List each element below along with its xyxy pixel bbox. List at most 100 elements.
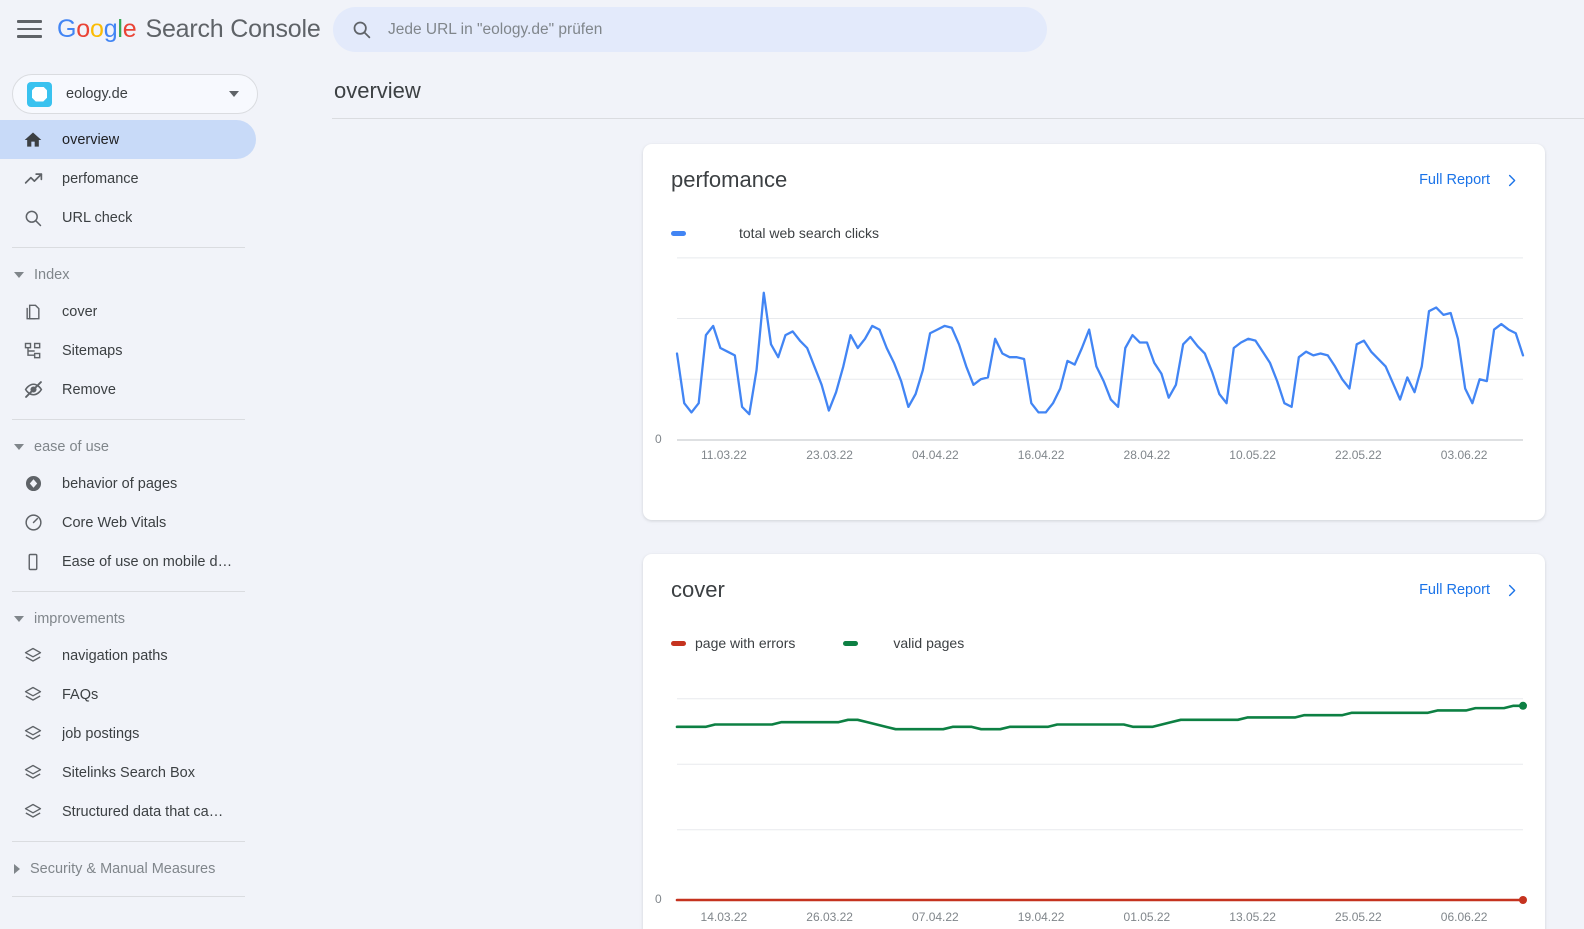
card-header: cover Full Report xyxy=(643,554,1545,626)
layers-icon xyxy=(21,683,45,707)
brand-letter: o xyxy=(89,14,104,43)
hamburger-menu-icon[interactable] xyxy=(17,16,43,42)
x-axis-tick-label: 26.03.22 xyxy=(806,910,853,924)
x-axis-tick-label: 03.06.22 xyxy=(1440,448,1488,462)
layers-icon xyxy=(21,644,45,668)
sidebar-item-behavior-of-pages[interactable]: behavior of pages xyxy=(0,464,256,503)
sidebar-navigation: eology.de overview perfomance URL check … xyxy=(0,58,270,929)
page-title: overview xyxy=(334,78,421,103)
x-axis-tick-label: 25.05.22 xyxy=(1335,910,1382,924)
legend-swatch xyxy=(671,640,686,646)
sidebar-item-label: behavior of pages xyxy=(62,475,178,492)
full-report-link-performance[interactable]: Full Report xyxy=(1419,172,1519,188)
sidebar-item-label: job postings xyxy=(62,725,140,742)
performance-line-chart[interactable]: 0 xyxy=(643,250,1545,448)
full-report-link-cover[interactable]: Full Report xyxy=(1419,582,1519,598)
property-selector[interactable]: eology.de xyxy=(12,74,258,114)
chevron-down-icon xyxy=(14,444,24,450)
layers-icon xyxy=(21,800,45,824)
cover-x-axis: 14.03.22 26.03.22 07.04.22 19.04.22 01.05.22… xyxy=(643,910,1545,929)
chevron-down-icon xyxy=(14,272,24,278)
app-brand: Google Search Console xyxy=(57,15,321,44)
sidebar-item-label: Structured data that ca… xyxy=(62,803,224,820)
sidebar-group-title: Security & Manual Measures xyxy=(30,861,216,877)
legend-label: total web search clicks xyxy=(739,225,880,241)
full-report-label: Full Report xyxy=(1419,582,1490,598)
performance-x-axis: 11.03.22 23.03.22 04.04.22 16.04.22 28.04.22… xyxy=(643,448,1545,474)
search-input[interactable] xyxy=(388,20,1008,39)
layers-icon xyxy=(21,722,45,746)
sidebar-item-sitemaps[interactable]: Sitemaps xyxy=(0,331,256,370)
legend-item-clicks[interactable]: total web search clicks xyxy=(671,225,879,241)
cover-line-chart[interactable]: 0 xyxy=(643,660,1545,910)
legend-item-valid[interactable]: valid pages xyxy=(843,635,964,651)
sidebar-item-url-check[interactable]: URL check xyxy=(0,198,256,237)
sidebar-item-label: Core Web Vitals xyxy=(62,514,167,531)
sidebar-item-core-web-vitals[interactable]: Core Web Vitals xyxy=(0,503,256,542)
url-inspection-search-bar[interactable] xyxy=(333,7,1047,52)
x-axis-tick-label: 22.05.22 xyxy=(1335,448,1382,462)
brand-letter: e xyxy=(122,14,137,43)
product-name: Search Console xyxy=(145,14,321,43)
brand-letter: o xyxy=(76,14,90,43)
cover-card: cover Full Report page with errors valid… xyxy=(643,554,1545,929)
title-divider xyxy=(332,118,1584,119)
sidebar-item-sitelinks-search-box[interactable]: Sitelinks Search Box xyxy=(0,753,256,792)
search-icon xyxy=(351,19,372,40)
sidebar-item-label: FAQs xyxy=(62,686,99,703)
sidebar-item-navigation-paths[interactable]: navigation paths xyxy=(0,636,256,675)
sidebar-item-label: Sitemaps xyxy=(62,342,123,359)
property-name: eology.de xyxy=(66,86,128,102)
home-icon xyxy=(21,128,45,152)
legend-item-errors[interactable]: page with errors xyxy=(671,635,795,651)
sidebar-divider xyxy=(12,247,245,248)
x-axis-tick-label: 14.03.22 xyxy=(700,910,748,924)
sidebar-item-label: Remove xyxy=(62,381,116,398)
sidebar-item-label: Sitelinks Search Box xyxy=(62,764,195,781)
sidebar-primary-section: overview perfomance URL check xyxy=(0,120,270,237)
sidebar-group-index[interactable]: Index xyxy=(0,258,270,292)
sidebar-item-perfomance[interactable]: perfomance xyxy=(0,159,256,198)
x-axis-tick-label: 11.03.22 xyxy=(700,448,747,462)
sidebar-item-job-postings[interactable]: job postings xyxy=(0,714,256,753)
x-axis-tick-label: 13.05.22 xyxy=(1229,910,1276,924)
sidebar-group-improvements[interactable]: improvements xyxy=(0,602,270,636)
sidebar-divider xyxy=(12,896,245,897)
sidebar-divider xyxy=(12,591,245,592)
sidebar-group-security-manual-measures[interactable]: Security & Manual Measures xyxy=(0,852,270,886)
sidebar-item-structured-data[interactable]: Structured data that ca… xyxy=(0,792,256,831)
chevron-down-icon xyxy=(14,616,24,622)
main-content: overview perfomance Full Report total we… xyxy=(270,58,1584,929)
page-experience-icon xyxy=(21,472,45,496)
y-axis-zero-label: 0 xyxy=(655,432,662,446)
sidebar-item-remove[interactable]: Remove xyxy=(0,370,256,409)
sidebar-group-ease-of-use[interactable]: ease of use xyxy=(0,430,270,464)
sidebar-item-faqs[interactable]: FAQs xyxy=(0,675,256,714)
cover-legend: page with errors valid pages xyxy=(643,626,1545,660)
sidebar-item-cover[interactable]: cover xyxy=(0,292,256,331)
card-title: perfomance xyxy=(671,167,788,192)
full-report-label: Full Report xyxy=(1419,172,1490,188)
chevron-right-icon xyxy=(1504,583,1519,598)
x-axis-tick-label: 16.04.22 xyxy=(1017,448,1065,462)
legend-label: page with errors xyxy=(695,635,796,651)
card-header: perfomance Full Report xyxy=(643,144,1545,216)
sidebar-item-mobile-usability[interactable]: Ease of use on mobile d… xyxy=(0,542,256,581)
chevron-down-icon xyxy=(229,91,239,97)
sidebar-item-label: Ease of use on mobile d… xyxy=(62,553,233,570)
search-icon xyxy=(21,206,45,230)
property-site-icon xyxy=(27,81,52,107)
sidebar-item-label: navigation paths xyxy=(62,647,168,664)
x-axis-tick-label: 06.06.22 xyxy=(1440,910,1488,924)
sidebar-item-overview[interactable]: overview xyxy=(0,120,256,159)
sidebar-item-label: cover xyxy=(62,303,98,320)
legend-swatch xyxy=(843,640,859,646)
top-app-bar: Google Search Console xyxy=(0,0,1584,58)
performance-card: perfomance Full Report total web search … xyxy=(643,144,1545,520)
sidebar-item-label: URL check xyxy=(62,209,133,226)
trending-up-icon xyxy=(21,167,45,191)
sidebar-group-title: Index xyxy=(34,267,70,283)
sidebar-divider xyxy=(12,419,245,420)
sidebar-divider xyxy=(12,841,245,842)
brand-letter: g xyxy=(103,14,118,43)
